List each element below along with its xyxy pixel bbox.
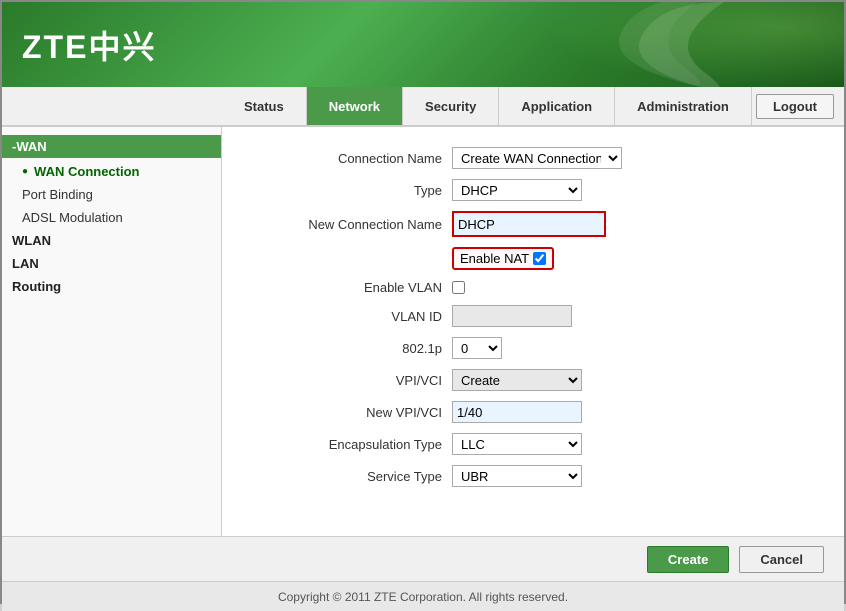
create-button[interactable]: Create xyxy=(647,546,729,573)
content-area: -WAN WAN Connection Port Binding ADSL Mo… xyxy=(2,127,844,536)
encapsulation-control: LLC xyxy=(452,433,582,455)
sidebar-item-adsl-modulation[interactable]: ADSL Modulation xyxy=(2,206,221,229)
new-vpivci-input[interactable] xyxy=(452,401,582,423)
new-connection-name-wrapper xyxy=(452,211,606,237)
enable-vlan-control xyxy=(452,281,465,294)
enable-nat-text: Enable NAT xyxy=(460,251,529,266)
enable-vlan-checkbox[interactable] xyxy=(452,281,465,294)
service-type-row: Service Type UBR xyxy=(252,465,814,487)
sidebar: -WAN WAN Connection Port Binding ADSL Mo… xyxy=(2,127,222,536)
enable-nat-checkbox[interactable] xyxy=(533,252,546,265)
vpivci-select[interactable]: Create xyxy=(452,369,582,391)
vlan-id-control xyxy=(452,305,572,327)
encapsulation-row: Encapsulation Type LLC xyxy=(252,433,814,455)
connection-name-select[interactable]: Create WAN Connection xyxy=(452,147,622,169)
vpivci-row: VPI/VCI Create xyxy=(252,369,814,391)
service-type-label: Service Type xyxy=(252,469,452,484)
type-label: Type xyxy=(252,183,452,198)
nav-logout-area: Logout xyxy=(756,94,834,119)
service-type-control: UBR xyxy=(452,465,582,487)
sidebar-routing-section: Routing xyxy=(2,275,221,298)
type-row: Type DHCP xyxy=(252,179,814,201)
sidebar-wan-section: -WAN xyxy=(2,135,221,158)
vlan-id-input[interactable] xyxy=(452,305,572,327)
connection-name-row: Connection Name Create WAN Connection xyxy=(252,147,814,169)
nav-application[interactable]: Application xyxy=(499,87,615,125)
enable-vlan-row: Enable VLAN xyxy=(252,280,814,295)
vpivci-control: Create xyxy=(452,369,582,391)
cancel-button[interactable]: Cancel xyxy=(739,546,824,573)
new-connection-name-control xyxy=(452,211,606,237)
new-vpivci-label: New VPI/VCI xyxy=(252,405,452,420)
main-form: Connection Name Create WAN Connection Ty… xyxy=(222,127,844,536)
header: ZTE中兴 xyxy=(2,2,844,87)
copyright-text: Copyright © 2011 ZTE Corporation. All ri… xyxy=(278,590,568,604)
vpivci-label: VPI/VCI xyxy=(252,373,452,388)
type-control: DHCP xyxy=(452,179,582,201)
enable-nat-wrapper: Enable NAT xyxy=(452,247,554,270)
vlan-id-row: VLAN ID xyxy=(252,305,814,327)
service-type-select[interactable]: UBR xyxy=(452,465,582,487)
sidebar-wlan-section: WLAN xyxy=(2,229,221,252)
encapsulation-select[interactable]: LLC xyxy=(452,433,582,455)
navbar: Status Network Security Application Admi… xyxy=(2,87,844,127)
enable-nat-control: Enable NAT xyxy=(452,247,554,270)
type-select[interactable]: DHCP xyxy=(452,179,582,201)
logout-button[interactable]: Logout xyxy=(756,94,834,119)
dot1p-row: 802.1p 0 xyxy=(252,337,814,359)
connection-name-label: Connection Name xyxy=(252,151,452,166)
encapsulation-label: Encapsulation Type xyxy=(252,437,452,452)
new-connection-name-label: New Connection Name xyxy=(252,217,452,232)
logo: ZTE中兴 xyxy=(22,22,156,68)
new-connection-name-row: New Connection Name xyxy=(252,211,814,237)
nav-status[interactable]: Status xyxy=(222,87,307,125)
nav-administration[interactable]: Administration xyxy=(615,87,752,125)
dot1p-control: 0 xyxy=(452,337,502,359)
dot1p-select[interactable]: 0 xyxy=(452,337,502,359)
action-bar: Create Cancel xyxy=(2,536,844,581)
new-vpivci-row: New VPI/VCI xyxy=(252,401,814,423)
connection-name-control: Create WAN Connection xyxy=(452,147,622,169)
sidebar-item-port-binding[interactable]: Port Binding xyxy=(2,183,221,206)
nav-security[interactable]: Security xyxy=(403,87,499,125)
sidebar-item-wan-connection[interactable]: WAN Connection xyxy=(2,160,221,183)
footer: Copyright © 2011 ZTE Corporation. All ri… xyxy=(2,581,844,611)
nav-network[interactable]: Network xyxy=(307,87,403,125)
new-vpivci-control xyxy=(452,401,582,423)
enable-nat-row: Enable NAT xyxy=(252,247,814,270)
vlan-id-label: VLAN ID xyxy=(252,309,452,324)
enable-vlan-label: Enable VLAN xyxy=(252,280,452,295)
new-connection-name-input[interactable] xyxy=(454,213,604,235)
sidebar-lan-section: LAN xyxy=(2,252,221,275)
dot1p-label: 802.1p xyxy=(252,341,452,356)
